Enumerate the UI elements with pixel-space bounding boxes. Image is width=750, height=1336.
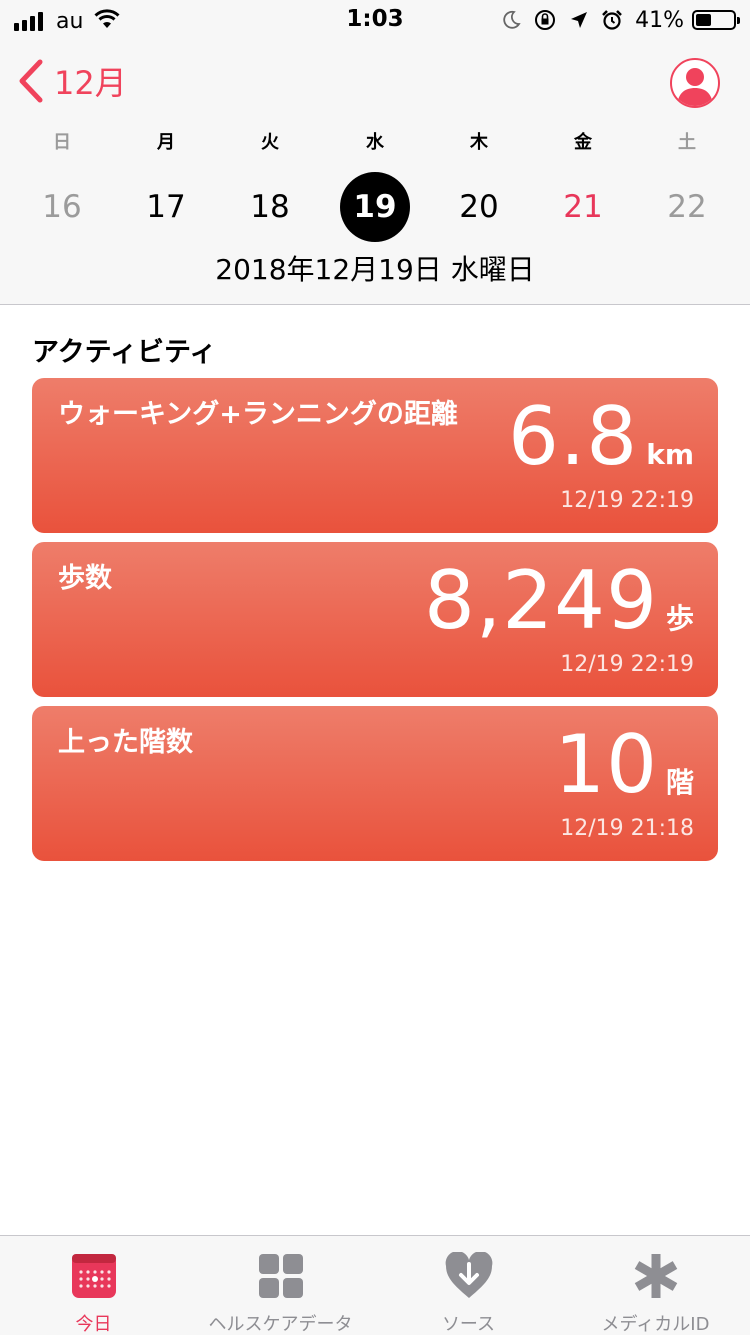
tab-health-data[interactable]: ヘルスケアデータ bbox=[187, 1236, 374, 1335]
card-timestamp: 12/19 22:19 bbox=[560, 652, 694, 677]
date-cell-selected[interactable]: 19 bbox=[340, 172, 410, 242]
weekday-label: 日 bbox=[53, 132, 71, 153]
card-value: 6.8 km bbox=[508, 392, 694, 482]
selected-full-date: 2018年12月19日 水曜日 bbox=[215, 253, 535, 286]
weekday-header: 日 月 火 水 木 金 土 bbox=[0, 128, 750, 164]
tab-label: ヘルスケアデータ bbox=[208, 1314, 353, 1335]
activity-card-distance[interactable]: ウォーキング+ランニングの距離 6.8 km 12/19 22:19 bbox=[32, 378, 718, 533]
weekday-label: 月 bbox=[157, 132, 175, 153]
card-number: 8,249 bbox=[423, 554, 658, 647]
weekday-label: 水 bbox=[366, 132, 384, 153]
card-title: 歩数 bbox=[58, 563, 112, 594]
rotation-lock-icon bbox=[533, 8, 557, 32]
card-number: 6.8 bbox=[507, 390, 639, 483]
date-cell[interactable]: 20 bbox=[444, 172, 514, 242]
header-area: au 1:03 41% 12月 日 月 火 水 木 金 土 16 17 18 1… bbox=[0, 0, 750, 305]
grid-icon bbox=[258, 1254, 303, 1298]
battery-percent: 41% bbox=[635, 7, 684, 33]
tab-bar: 今日 ヘルスケアデータ ソース メディカルID bbox=[0, 1235, 750, 1335]
date-cell[interactable]: 17 bbox=[131, 172, 201, 242]
navigation-bar: 12月 bbox=[0, 50, 750, 120]
chevron-left-icon bbox=[19, 59, 43, 103]
card-unit: 歩 bbox=[665, 602, 694, 635]
weekday-label: 火 bbox=[261, 132, 279, 153]
tab-today[interactable]: 今日 bbox=[0, 1236, 187, 1335]
location-icon bbox=[569, 10, 589, 30]
card-value: 8,249 歩 bbox=[424, 556, 694, 646]
back-label: 12月 bbox=[54, 64, 127, 102]
card-timestamp: 12/19 21:18 bbox=[560, 816, 694, 841]
date-cell[interactable]: 16 bbox=[27, 172, 97, 242]
asterisk-icon bbox=[634, 1254, 677, 1298]
calendar-today-icon bbox=[71, 1254, 116, 1298]
heart-download-icon bbox=[445, 1252, 492, 1298]
weekday-label: 木 bbox=[470, 132, 488, 153]
date-cell[interactable]: 21 bbox=[548, 172, 618, 242]
tab-sources[interactable]: ソース bbox=[375, 1236, 562, 1335]
date-cell[interactable]: 18 bbox=[235, 172, 305, 242]
moon-icon bbox=[501, 10, 521, 30]
status-bar: au 1:03 41% bbox=[0, 0, 750, 40]
activity-card-flights[interactable]: 上った階数 10 階 12/19 21:18 bbox=[32, 706, 718, 861]
profile-button[interactable] bbox=[670, 58, 720, 108]
tab-medical-id[interactable]: メディカルID bbox=[562, 1236, 749, 1335]
card-title: 上った階数 bbox=[58, 727, 193, 758]
section-title-activity: アクティビティ bbox=[32, 337, 217, 368]
date-strip: 16 17 18 19 20 21 22 bbox=[0, 172, 750, 242]
card-value: 10 階 bbox=[554, 720, 694, 810]
tab-label: メディカルID bbox=[601, 1314, 710, 1335]
person-icon bbox=[677, 68, 713, 106]
card-unit: 階 bbox=[665, 766, 694, 799]
weekday-label: 土 bbox=[678, 132, 696, 153]
alarm-icon bbox=[601, 9, 623, 31]
card-timestamp: 12/19 22:19 bbox=[560, 488, 694, 513]
card-unit: km bbox=[646, 438, 694, 471]
back-button[interactable]: 12月 bbox=[18, 58, 127, 104]
status-right: 41% bbox=[489, 6, 740, 34]
card-number: 10 bbox=[554, 718, 658, 811]
weekday-label: 金 bbox=[574, 132, 592, 153]
date-cell[interactable]: 22 bbox=[652, 172, 722, 242]
tab-label: 今日 bbox=[75, 1314, 112, 1335]
tab-label: ソース bbox=[441, 1314, 496, 1335]
activity-card-steps[interactable]: 歩数 8,249 歩 12/19 22:19 bbox=[32, 542, 718, 697]
battery-icon bbox=[692, 10, 740, 30]
card-title: ウォーキング+ランニングの距離 bbox=[58, 399, 458, 430]
